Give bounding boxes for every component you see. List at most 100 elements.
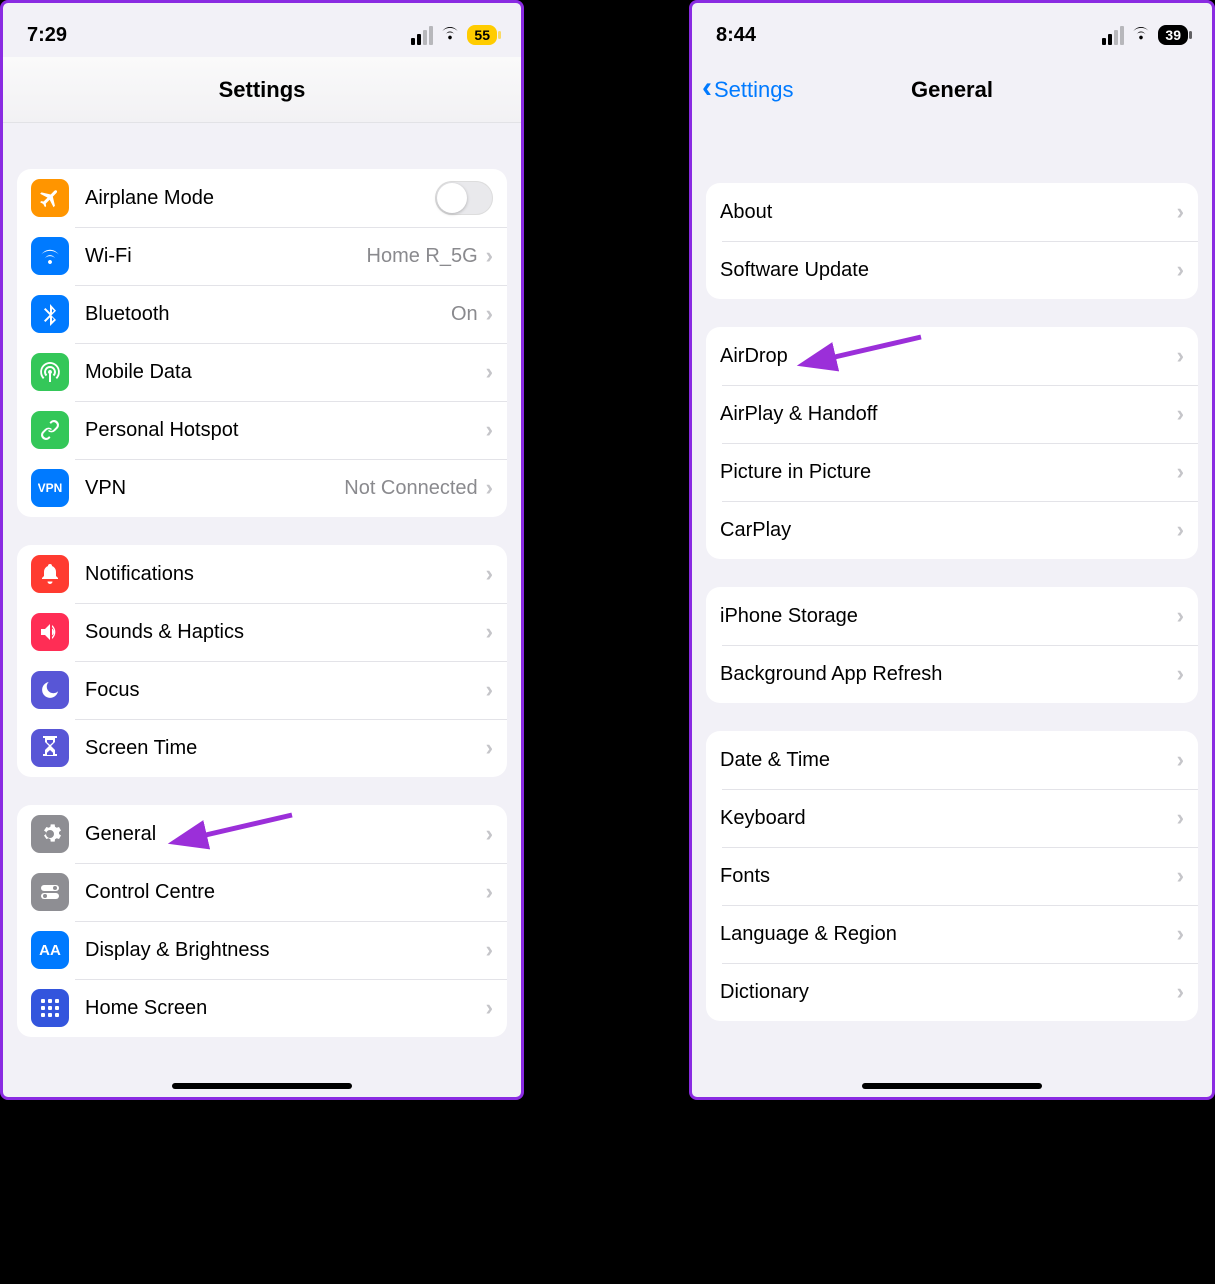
row-bluetooth[interactable]: BluetoothOn › (17, 285, 507, 343)
row-airplay[interactable]: AirPlay & Handoff› (706, 385, 1198, 443)
row-about[interactable]: About› (706, 183, 1198, 241)
settings-group: About›Software Update› (706, 183, 1198, 299)
row-notifications[interactable]: Notifications› (17, 545, 507, 603)
row-label: VPN (85, 477, 344, 500)
row-keyboard[interactable]: Keyboard› (706, 789, 1198, 847)
row-label: General (85, 823, 486, 846)
nav-header: Settings (3, 57, 521, 123)
settings-group: General›Control Centre›AADisplay & Brigh… (17, 805, 507, 1037)
nav-header: ‹ Settings General (692, 57, 1212, 123)
row-label: About (720, 201, 1177, 224)
vpn-icon: VPN (31, 469, 69, 507)
chevron-right-icon: › (486, 879, 493, 905)
chevron-right-icon: › (1177, 343, 1184, 369)
row-label: Control Centre (85, 881, 486, 904)
chevron-right-icon: › (486, 735, 493, 761)
row-carplay[interactable]: CarPlay› (706, 501, 1198, 559)
link-icon (31, 411, 69, 449)
row-vpn[interactable]: VPNVPNNot Connected› (17, 459, 507, 517)
row-label: CarPlay (720, 519, 1177, 542)
toggles-icon (31, 873, 69, 911)
speaker-icon (31, 613, 69, 651)
row-home-screen[interactable]: Home Screen› (17, 979, 507, 1037)
row-label: Bluetooth (85, 303, 451, 326)
settings-group: iPhone Storage›Background App Refresh› (706, 587, 1198, 703)
row-language[interactable]: Language & Region› (706, 905, 1198, 963)
row-airdrop[interactable]: AirDrop› (706, 327, 1198, 385)
row-display[interactable]: AADisplay & Brightness› (17, 921, 507, 979)
status-time: 8:44 (716, 24, 756, 47)
row-mobile-data[interactable]: Mobile Data› (17, 343, 507, 401)
grid-icon (31, 989, 69, 1027)
screenshot-settings: 7:29 55 Settings Airplane ModeWi-FiHome … (0, 0, 524, 1100)
row-hotspot[interactable]: Personal Hotspot› (17, 401, 507, 459)
row-label: AirPlay & Handoff (720, 403, 1177, 426)
toggle-switch[interactable] (435, 181, 493, 215)
row-label: Sounds & Haptics (85, 621, 486, 644)
row-storage[interactable]: iPhone Storage› (706, 587, 1198, 645)
back-button[interactable]: ‹ Settings (702, 77, 794, 103)
hourglass-icon (31, 729, 69, 767)
row-label: AirDrop (720, 345, 1177, 368)
wifi-icon (31, 237, 69, 275)
row-wifi[interactable]: Wi-FiHome R_5G› (17, 227, 507, 285)
row-label: Notifications (85, 563, 486, 586)
page-title: Settings (219, 77, 306, 103)
gear-icon (31, 815, 69, 853)
row-label: Focus (85, 679, 486, 702)
row-value: On (451, 303, 478, 326)
chevron-right-icon: › (1177, 401, 1184, 427)
chevron-right-icon: › (486, 677, 493, 703)
row-dictionary[interactable]: Dictionary› (706, 963, 1198, 1021)
chevron-right-icon: › (1177, 805, 1184, 831)
row-software-update[interactable]: Software Update› (706, 241, 1198, 299)
row-bg-refresh[interactable]: Background App Refresh› (706, 645, 1198, 703)
status-bar: 8:44 39 (692, 3, 1212, 57)
general-list[interactable]: About›Software Update›AirDrop›AirPlay & … (692, 123, 1212, 1097)
chevron-right-icon: › (486, 619, 493, 645)
status-time: 7:29 (27, 24, 67, 47)
back-label: Settings (714, 77, 794, 103)
chevron-right-icon: › (1177, 921, 1184, 947)
row-label: Date & Time (720, 749, 1177, 772)
row-sounds[interactable]: Sounds & Haptics› (17, 603, 507, 661)
row-label: Picture in Picture (720, 461, 1177, 484)
battery-indicator: 39 (1158, 25, 1188, 45)
row-label: Background App Refresh (720, 663, 1177, 686)
chevron-right-icon: › (486, 301, 493, 327)
row-value: Home R_5G (367, 245, 478, 268)
chevron-right-icon: › (486, 561, 493, 587)
row-label: Wi-Fi (85, 245, 367, 268)
row-label: Software Update (720, 259, 1177, 282)
screenshot-general: 8:44 39 ‹ Settings General About›Softwar… (689, 0, 1215, 1100)
row-control-centre[interactable]: Control Centre› (17, 863, 507, 921)
row-label: Language & Region (720, 923, 1177, 946)
svg-text:VPN: VPN (38, 481, 62, 495)
wifi-icon (439, 23, 461, 47)
bell-icon (31, 555, 69, 593)
chevron-right-icon: › (1177, 517, 1184, 543)
bluetooth-icon (31, 295, 69, 333)
row-airplane[interactable]: Airplane Mode (17, 169, 507, 227)
settings-list[interactable]: Airplane ModeWi-FiHome R_5G›BluetoothOn›… (3, 123, 521, 1097)
row-label: Home Screen (85, 997, 486, 1020)
moon-icon (31, 671, 69, 709)
home-indicator[interactable] (172, 1083, 352, 1089)
row-screen-time[interactable]: Screen Time› (17, 719, 507, 777)
row-label: Personal Hotspot (85, 419, 486, 442)
cellular-icon (411, 26, 433, 45)
chevron-right-icon: › (1177, 979, 1184, 1005)
row-fonts[interactable]: Fonts› (706, 847, 1198, 905)
svg-text:AA: AA (39, 942, 61, 959)
chevron-right-icon: › (1177, 199, 1184, 225)
antenna-icon (31, 353, 69, 391)
row-general[interactable]: General› (17, 805, 507, 863)
row-label: Airplane Mode (85, 187, 435, 210)
battery-indicator: 55 (467, 25, 497, 45)
row-pip[interactable]: Picture in Picture› (706, 443, 1198, 501)
chevron-right-icon: › (1177, 257, 1184, 283)
row-focus[interactable]: Focus› (17, 661, 507, 719)
row-date-time[interactable]: Date & Time› (706, 731, 1198, 789)
home-indicator[interactable] (862, 1083, 1042, 1089)
chevron-right-icon: › (486, 937, 493, 963)
